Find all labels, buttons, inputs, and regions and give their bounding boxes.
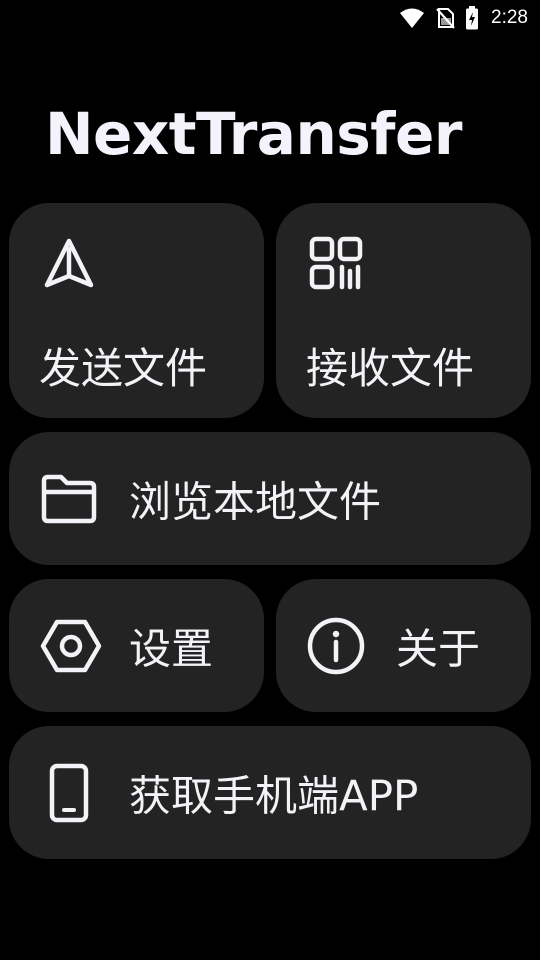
qr-code-icon — [308, 235, 364, 291]
no-sim-icon — [435, 7, 455, 29]
folder-icon — [39, 473, 99, 525]
send-file-button[interactable]: 发送文件 — [9, 203, 264, 418]
phone-icon — [39, 763, 99, 823]
get-mobile-app-button[interactable]: 获取手机端APP — [9, 726, 531, 859]
about-button[interactable]: 关于 — [276, 579, 531, 712]
battery-charging-icon — [465, 6, 479, 30]
status-time: 2:28 — [491, 7, 528, 28]
info-icon — [306, 616, 366, 676]
settings-button[interactable]: 设置 — [9, 579, 264, 712]
status-bar: 2:28 — [0, 0, 540, 36]
receive-file-label: 接收文件 — [306, 344, 475, 393]
about-label: 关于 — [396, 624, 481, 673]
settings-label: 设置 — [129, 624, 214, 673]
wifi-icon — [399, 7, 425, 29]
send-icon — [41, 235, 97, 291]
settings-hexagon-icon — [39, 618, 103, 674]
receive-file-button[interactable]: 接收文件 — [276, 203, 531, 418]
send-file-label: 发送文件 — [39, 344, 208, 393]
app-title: NextTransfer — [45, 100, 462, 168]
browse-local-files-label: 浏览本地文件 — [129, 477, 382, 526]
get-mobile-app-label: 获取手机端APP — [129, 771, 419, 820]
browse-local-files-button[interactable]: 浏览本地文件 — [9, 432, 531, 565]
